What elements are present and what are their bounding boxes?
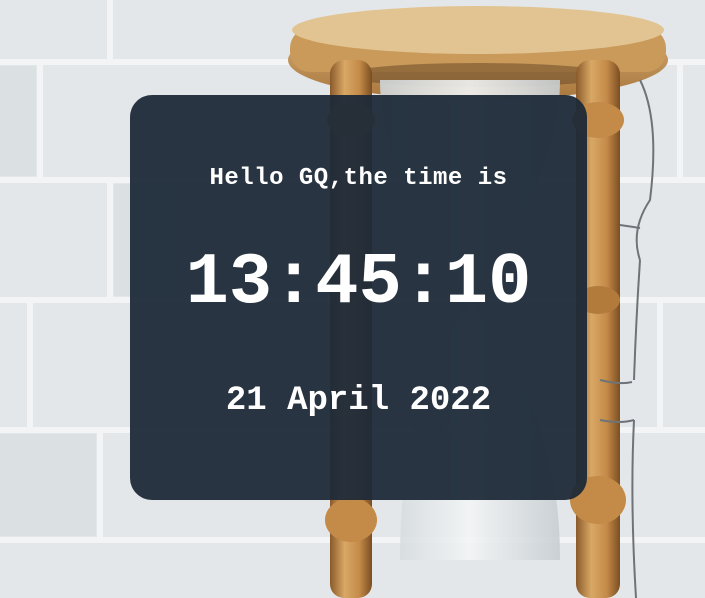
time-display: 13:45:10	[185, 242, 532, 324]
date-display: 21 April 2022	[225, 382, 492, 420]
greeting-text: Hello GQ,the time is	[209, 165, 508, 192]
clock-card: Hello GQ,the time is 13:45:10 21 April 2…	[130, 95, 587, 500]
